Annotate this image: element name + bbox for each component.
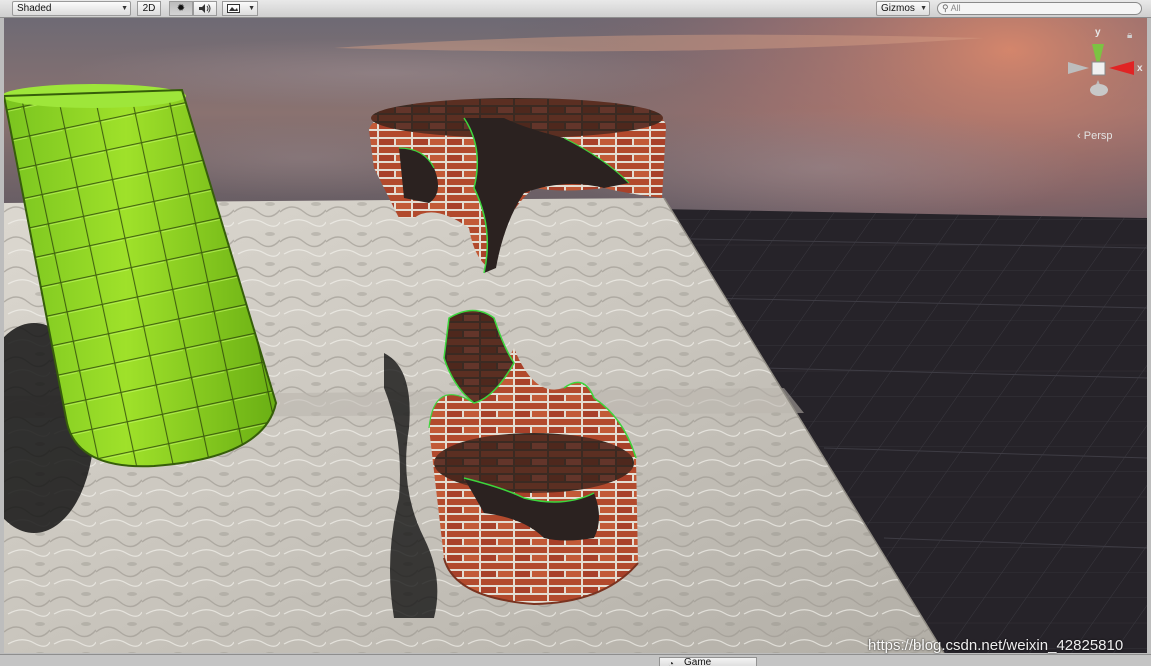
lock-icon[interactable]: 🔒︎ (1127, 30, 1132, 41)
gizmos-label: Gizmos (881, 3, 915, 14)
chevron-down-icon: ▼ (920, 5, 927, 12)
scene-toolbar: Shaded ▼ 2D ✹ ▼ Gizmos ▼ ⚲ All (0, 0, 1151, 18)
image-icon (227, 3, 240, 18)
search-placeholder: All (950, 3, 961, 13)
chevron-left-icon: ‹ (1077, 130, 1081, 142)
unity-scene-window: Shaded ▼ 2D ✹ ▼ Gizmos ▼ ⚲ All y x 🔒︎ ‹ … (0, 0, 1151, 666)
scene-effects-dropdown[interactable]: ▼ (222, 1, 258, 16)
scene-audio-button[interactable] (193, 1, 217, 16)
gizmos-dropdown[interactable]: Gizmos ▼ (876, 1, 930, 16)
search-icon: ⚲ (942, 3, 949, 13)
watermark-text: https://blog.csdn.net/weixin_42825810 (868, 637, 1124, 654)
bottom-tab-strip: ◔ Game (0, 654, 1151, 666)
shading-mode-dropdown[interactable]: Shaded ▼ (12, 1, 131, 16)
pacman-icon: ◔ (668, 659, 675, 666)
speaker-icon (198, 4, 212, 17)
hierarchy-search-input[interactable]: ⚲ All (937, 2, 1142, 15)
tab-game-label: Game (684, 657, 712, 666)
shading-mode-label: Shaded (17, 3, 52, 14)
2d-mode-label: 2D (142, 3, 156, 14)
gizmo-y-label: y (1095, 27, 1101, 38)
chevron-down-icon: ▼ (248, 5, 255, 12)
tab-game[interactable]: ◔ Game (659, 657, 757, 666)
projection-label: Persp (1083, 130, 1113, 142)
scene-lighting-button[interactable]: ✹ (169, 1, 193, 16)
2d-mode-button[interactable]: 2D (137, 1, 161, 16)
sun-icon: ✹ (176, 3, 186, 14)
projection-toggle[interactable]: ‹ Persp (1077, 130, 1112, 142)
gizmo-x-label: x (1137, 63, 1143, 74)
scene-viewport[interactable]: y x 🔒︎ ‹ Persp (4, 18, 1147, 653)
chevron-down-icon: ▼ (121, 5, 128, 12)
scene-render: y x 🔒︎ (4, 18, 1147, 653)
